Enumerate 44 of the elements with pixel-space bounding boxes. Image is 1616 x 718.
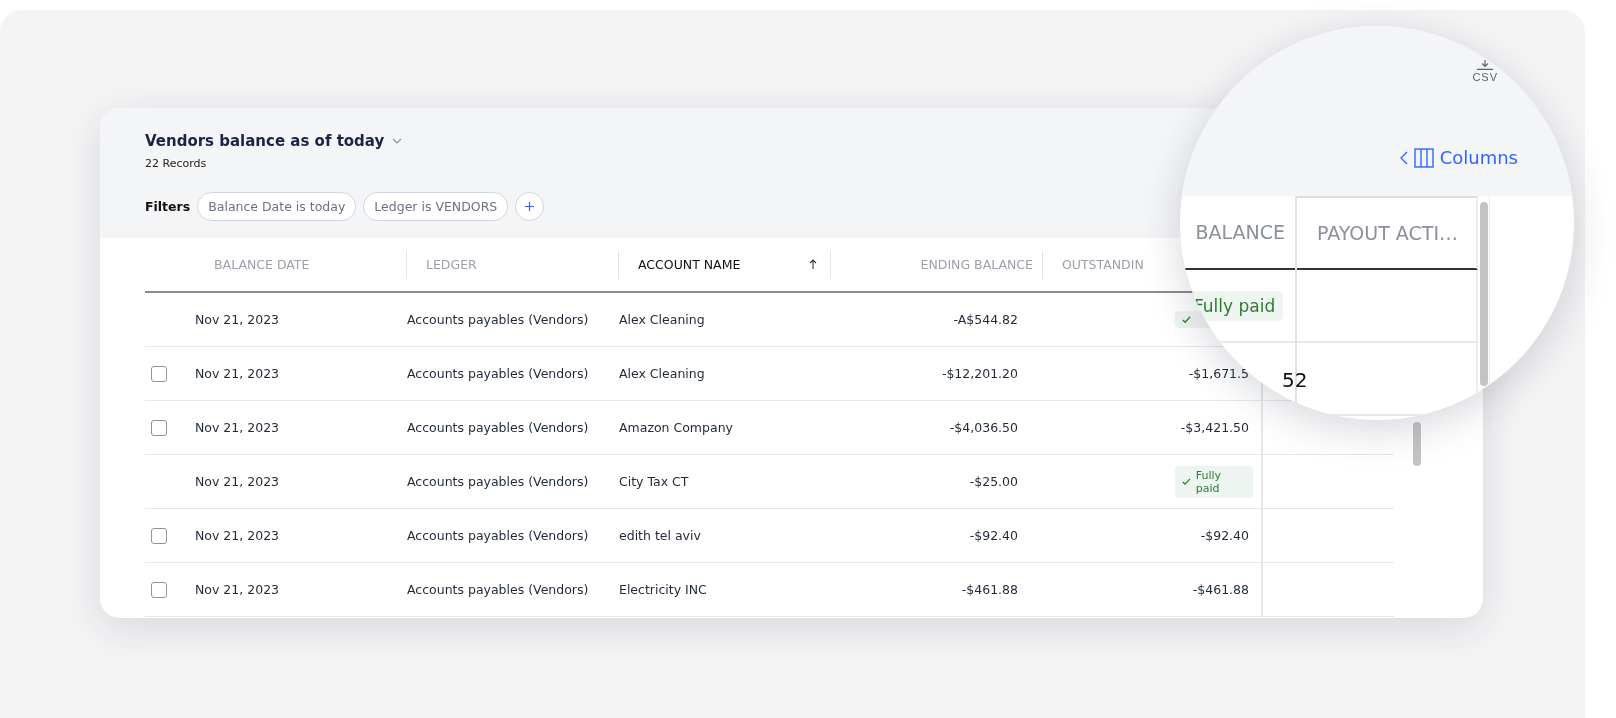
report-title: Vendors balance as of today bbox=[145, 132, 385, 150]
column-header[interactable]: LEDGER bbox=[426, 257, 477, 272]
filter-chip[interactable]: Ledger is VENDORS bbox=[363, 192, 509, 221]
ledger-cell: Accounts payables (Vendors) bbox=[407, 366, 589, 381]
ledger-cell: Accounts payables (Vendors) bbox=[407, 420, 589, 435]
amount-cell: -$3,421.50 bbox=[1180, 420, 1249, 435]
date-cell: Nov 21, 2023 bbox=[195, 528, 280, 543]
ledger-cell: Accounts payables (Vendors) bbox=[407, 312, 589, 327]
column-header[interactable]: OUTSTANDIN bbox=[1062, 257, 1144, 272]
date-cell: Nov 21, 2023 bbox=[195, 312, 280, 327]
amount-cell: -$1,671.5 bbox=[1188, 366, 1249, 381]
column-header[interactable]: ACCOUNT NAME bbox=[638, 257, 741, 272]
filters-label: Filters bbox=[145, 199, 191, 214]
amount-fragment: 52 bbox=[1282, 367, 1308, 392]
csv-export-button[interactable]: CSV bbox=[1472, 60, 1498, 83]
amount-cell: -$92.40 bbox=[1200, 528, 1249, 543]
account-cell: City Tax CT bbox=[619, 474, 689, 489]
date-cell: Nov 21, 2023 bbox=[195, 366, 280, 381]
column-header[interactable]: BALANCE DATE bbox=[214, 257, 310, 272]
amount-cell: -$92.40 bbox=[969, 528, 1018, 543]
ledger-cell: Accounts payables (Vendors) bbox=[407, 474, 589, 489]
filter-chip[interactable]: Balance Date is today bbox=[197, 192, 357, 221]
column-header[interactable]: ENDING BALANCE bbox=[920, 257, 1033, 272]
date-cell: Nov 21, 2023 bbox=[195, 582, 280, 597]
ledger-cell: Accounts payables (Vendors) bbox=[407, 582, 589, 597]
account-cell: Alex Cleaning bbox=[619, 366, 705, 381]
amount-cell: -$12,201.20 bbox=[941, 366, 1018, 381]
account-cell: edith tel aviv bbox=[619, 528, 701, 543]
column-header[interactable]: BALANCE bbox=[1195, 221, 1285, 243]
column-header[interactable]: PAYOUT ACTI… bbox=[1317, 222, 1458, 244]
ledger-cell: Accounts payables (Vendors) bbox=[407, 528, 589, 543]
amount-cell: -$25.00 bbox=[969, 474, 1018, 489]
account-cell: Amazon Company bbox=[619, 420, 733, 435]
amount-cell: -$461.88 bbox=[961, 582, 1018, 597]
amount-cell: -A$544.82 bbox=[953, 312, 1018, 327]
columns-button[interactable]: Columns bbox=[1399, 147, 1518, 168]
date-cell: Nov 21, 2023 bbox=[195, 420, 280, 435]
paid-badge: Fully paid bbox=[1175, 465, 1253, 498]
date-cell: Nov 21, 2023 bbox=[195, 474, 280, 489]
amount-cell: -$4,036.50 bbox=[949, 420, 1018, 435]
account-cell: Electricity INC bbox=[619, 582, 707, 597]
record-count: 22 Records bbox=[145, 157, 207, 170]
amount-cell: -$461.88 bbox=[1192, 582, 1249, 597]
account-cell: Alex Cleaning bbox=[619, 312, 705, 327]
